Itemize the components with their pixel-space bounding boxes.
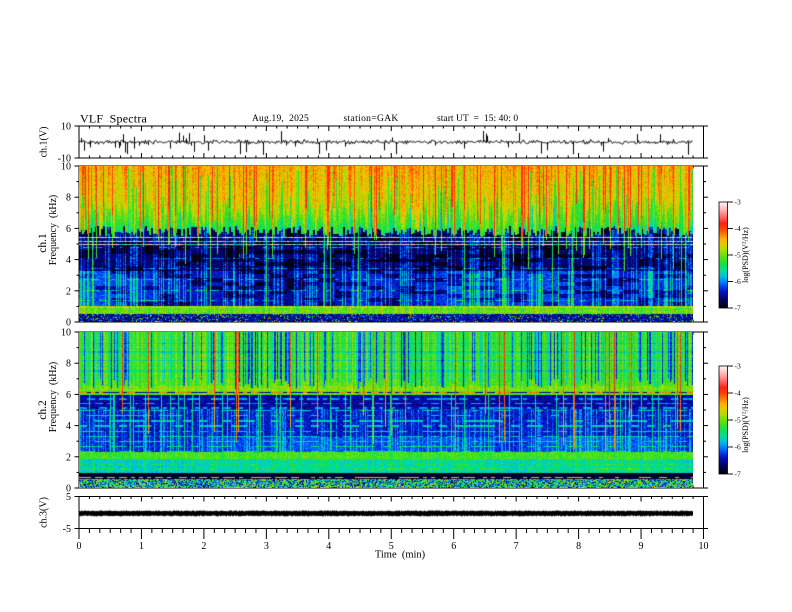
svg-text:-7: -7 xyxy=(735,304,741,313)
svg-text:10: 10 xyxy=(61,162,71,173)
svg-text:Frequency (kHz): Frequency (kHz) xyxy=(48,195,59,266)
svg-text:log(PSD)(V2/Hz): log(PSD)(V2/Hz) xyxy=(741,227,750,283)
svg-text:10: 10 xyxy=(61,122,71,133)
svg-text:4: 4 xyxy=(66,255,71,266)
svg-text:Aug.19, 2025: Aug.19, 2025 xyxy=(252,114,309,124)
svg-text:10: 10 xyxy=(61,328,71,339)
svg-text:6: 6 xyxy=(66,390,71,401)
svg-text:4: 4 xyxy=(326,541,331,552)
svg-text:4: 4 xyxy=(66,421,71,432)
svg-text:start UT = 15: 40: 0: start UT = 15: 40: 0 xyxy=(437,114,518,124)
svg-text:station=GAK: station=GAK xyxy=(344,114,399,124)
svg-text:2: 2 xyxy=(201,541,206,552)
svg-text:Frequency (kHz): Frequency (kHz) xyxy=(48,362,59,433)
svg-text:0: 0 xyxy=(77,541,82,552)
svg-text:3: 3 xyxy=(264,541,269,552)
svg-text:10: 10 xyxy=(699,541,709,552)
svg-text:9: 9 xyxy=(639,541,644,552)
svg-text:8: 8 xyxy=(66,193,71,204)
svg-text:8: 8 xyxy=(576,541,581,552)
svg-text:-7: -7 xyxy=(735,470,741,479)
svg-text:VLF Spectra: VLF Spectra xyxy=(80,112,148,126)
svg-text:2: 2 xyxy=(66,452,71,463)
svg-text:5: 5 xyxy=(66,492,71,503)
svg-text:-3: -3 xyxy=(735,198,741,207)
svg-text:2: 2 xyxy=(66,286,71,297)
svg-text:7: 7 xyxy=(514,541,519,552)
svg-text:-3: -3 xyxy=(735,362,741,371)
svg-text:1: 1 xyxy=(139,541,144,552)
svg-text:-5: -5 xyxy=(63,524,71,535)
svg-text:log(PSD)(V2/Hz): log(PSD)(V2/Hz) xyxy=(741,397,750,453)
svg-text:ch.1(V): ch.1(V) xyxy=(39,127,50,158)
svg-text:-4: -4 xyxy=(735,389,741,398)
svg-text:8: 8 xyxy=(66,359,71,370)
svg-text:6: 6 xyxy=(66,224,71,235)
svg-text:6: 6 xyxy=(451,541,456,552)
svg-text:Time (min): Time (min) xyxy=(375,550,426,561)
svg-text:ch.3(V): ch.3(V) xyxy=(39,497,50,528)
